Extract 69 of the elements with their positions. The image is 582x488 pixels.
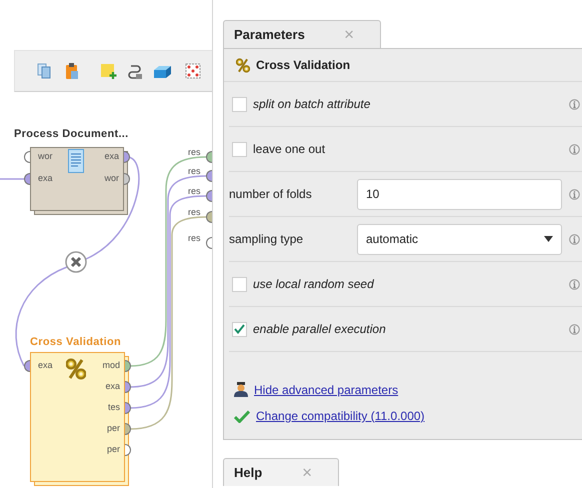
parameter-label: enable parallel execution	[253, 322, 386, 336]
port-label: per	[106, 423, 120, 433]
input-port[interactable]	[24, 360, 30, 372]
user-icon	[234, 382, 248, 397]
parameter-label: use local random seed	[253, 277, 374, 291]
checkbox[interactable]	[232, 276, 247, 292]
dropdown[interactable]: automatic	[357, 224, 562, 254]
link[interactable]: Hide advanced parameters	[254, 382, 398, 396]
result-port[interactable]	[206, 237, 212, 249]
document-icon	[68, 149, 84, 173]
checkbox[interactable]	[232, 142, 247, 156]
cross-circle-icon[interactable]	[65, 251, 87, 273]
result-port[interactable]	[206, 151, 212, 163]
output-port[interactable]	[125, 402, 131, 414]
port-label: res	[188, 207, 201, 217]
paste-icon[interactable]	[65, 62, 79, 80]
info-icon[interactable]	[569, 324, 580, 334]
cube-icon[interactable]	[154, 64, 171, 78]
link[interactable]: Change compatibility (11.0.000)	[256, 409, 425, 423]
parameter-label: number of folds	[229, 187, 313, 201]
plug-icon[interactable]	[128, 62, 144, 80]
checkmark-icon	[234, 410, 250, 422]
percent-icon	[236, 58, 250, 72]
output-port[interactable]	[124, 173, 130, 185]
port-label: res	[188, 147, 201, 157]
port-label: res	[188, 186, 201, 196]
operator-title: Process Document...	[14, 128, 129, 140]
output-port[interactable]	[125, 360, 131, 372]
tab[interactable]: Help ×	[223, 458, 339, 486]
info-icon[interactable]	[569, 98, 580, 110]
parameter-label: leave one out	[253, 142, 326, 156]
result-port[interactable]	[206, 190, 212, 202]
output-port[interactable]	[125, 423, 131, 435]
operator-name: Cross Validation	[256, 58, 350, 72]
input-port[interactable]	[24, 151, 30, 163]
port-label: tes	[108, 402, 120, 412]
info-icon[interactable]	[569, 188, 580, 200]
caret-icon	[544, 236, 553, 242]
result-port[interactable]	[206, 170, 212, 182]
result-port[interactable]	[206, 211, 212, 223]
info-icon[interactable]	[569, 234, 580, 244]
input-port[interactable]	[24, 173, 30, 185]
port-label: exa	[38, 173, 53, 183]
port-label: per	[106, 444, 120, 454]
output-port[interactable]	[125, 381, 131, 393]
operator-title: Cross Validation	[30, 336, 121, 348]
output-port[interactable]	[125, 444, 131, 456]
port-label: wor	[38, 151, 53, 161]
number-field[interactable]: 10	[357, 178, 562, 210]
port-label: exa	[38, 360, 53, 370]
checkbox[interactable]	[232, 322, 247, 336]
connection-line	[0, 178, 24, 180]
port-label: res	[188, 166, 201, 176]
parameter-label: split on batch attribute	[253, 97, 370, 111]
copy-icon[interactable]	[37, 63, 51, 79]
port-label: exa	[105, 381, 120, 391]
percent-icon	[66, 358, 86, 380]
port-label: wor	[104, 173, 119, 183]
parameter-label: sampling type	[229, 232, 304, 246]
port-label: mod	[102, 360, 120, 370]
fit-frame-icon[interactable]	[185, 63, 201, 79]
note-add-icon[interactable]	[101, 62, 118, 80]
info-icon[interactable]	[569, 278, 580, 290]
checkbox[interactable]	[232, 96, 247, 112]
port-label: exa	[104, 151, 119, 161]
tab[interactable]: Parameters ×	[223, 20, 381, 48]
info-icon[interactable]	[569, 144, 580, 154]
output-port[interactable]	[124, 151, 130, 163]
port-label: res	[188, 233, 201, 243]
